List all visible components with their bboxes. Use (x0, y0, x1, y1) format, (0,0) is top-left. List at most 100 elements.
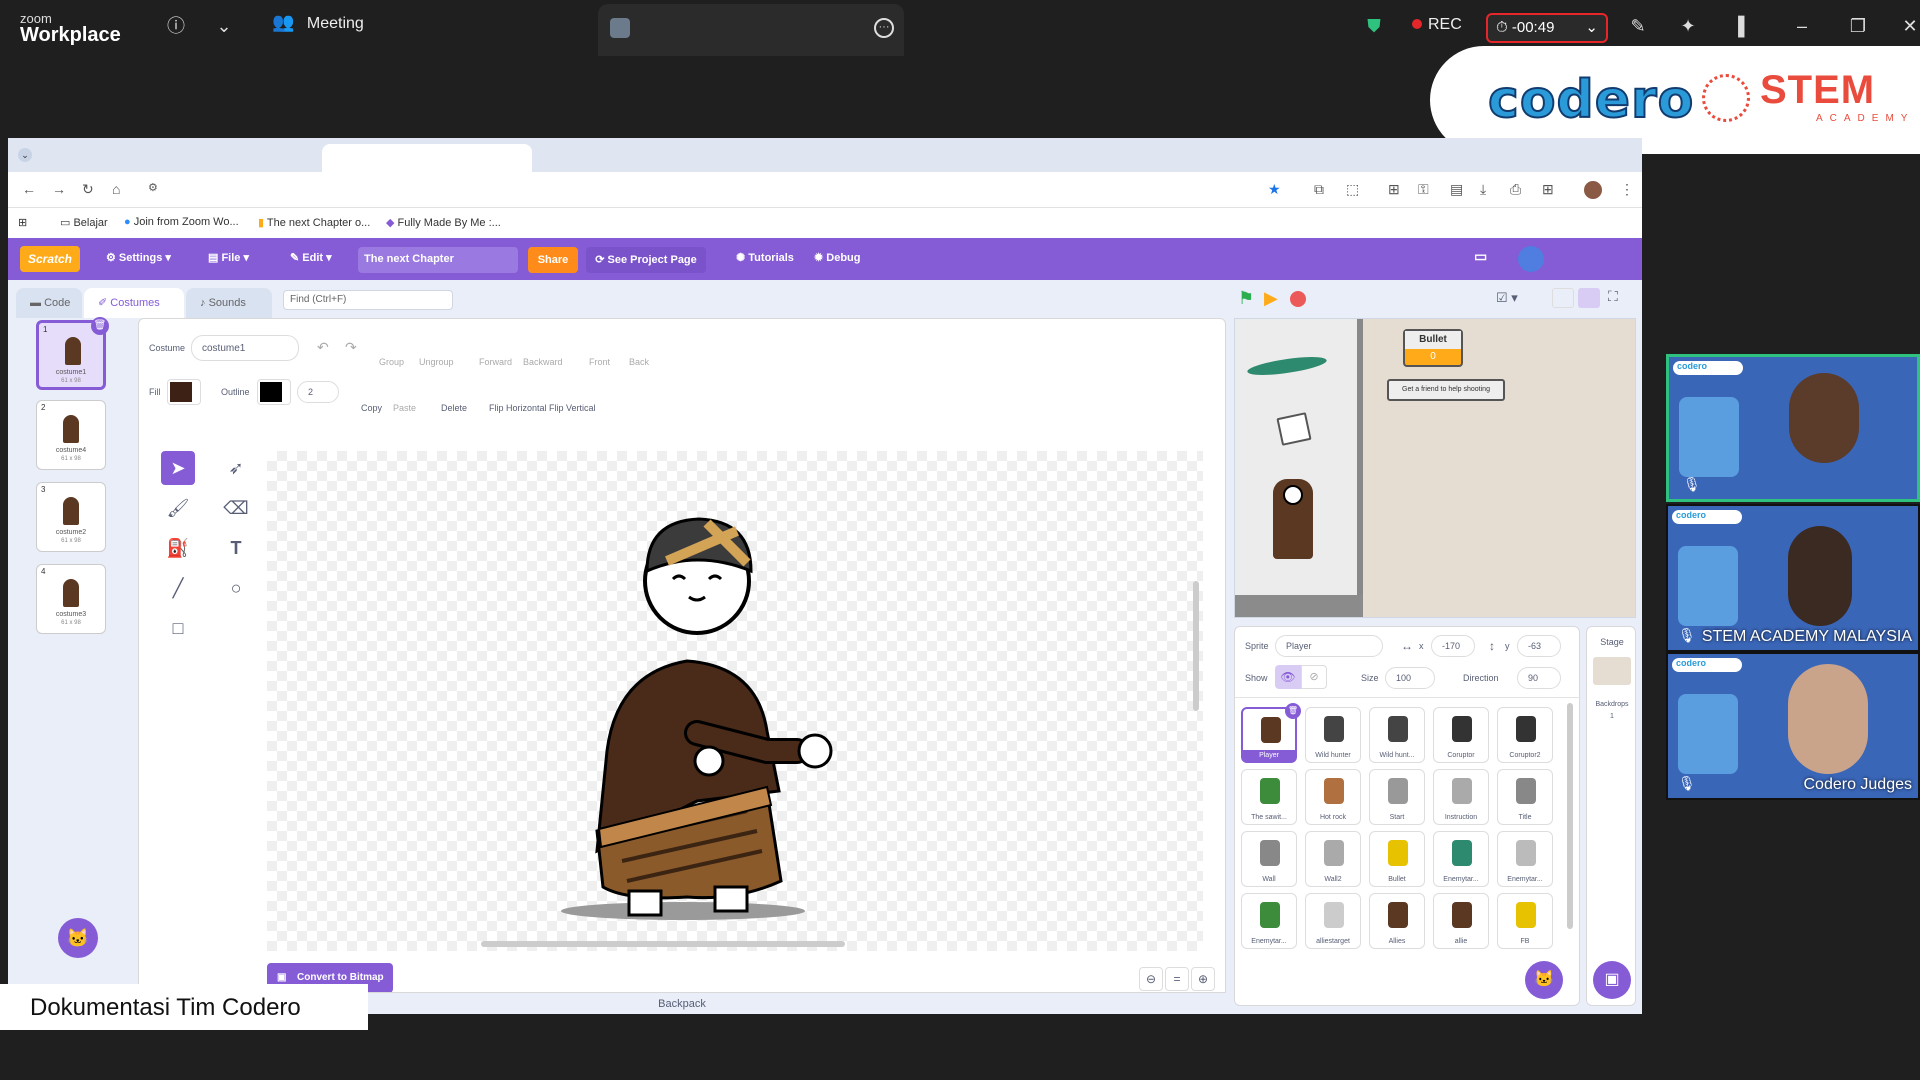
circle-tool[interactable]: ○ (219, 571, 253, 605)
show-hidden-button[interactable]: ⊘ (1301, 665, 1327, 689)
reshape-tool[interactable]: ➶ (219, 451, 253, 485)
restore-icon[interactable]: ❐ (1846, 14, 1870, 38)
choose-backdrop-button[interactable]: ▣ (1593, 961, 1631, 999)
file-menu[interactable]: ▤ File ▾ (208, 251, 249, 264)
apps-icon[interactable]: ⊞ (1542, 181, 1554, 198)
sprite-thumb[interactable]: Player 🗑 (1241, 703, 1301, 763)
stop-icon[interactable] (1290, 291, 1306, 307)
sprite-thumb[interactable]: Bullet (1369, 831, 1425, 887)
sprite-thumb[interactable]: Wall (1241, 831, 1297, 887)
paint-canvas[interactable] (267, 451, 1203, 951)
close-icon[interactable]: ✕ (1898, 14, 1920, 38)
find-input[interactable]: Find (Ctrl+F) (283, 290, 453, 310)
stage-target-panel[interactable]: Stage Backdrops 1 ▣ (1586, 626, 1636, 1006)
sparkle-icon[interactable]: ✦ (1676, 14, 1700, 38)
bookmark-item[interactable]: ◆ Fully Made By Me :... (386, 216, 501, 229)
vertical-scrollbar[interactable] (1193, 581, 1199, 711)
minimize-icon[interactable]: – (1790, 14, 1814, 38)
forward-icon[interactable]: → (52, 181, 66, 197)
sprite-thumb[interactable]: allie (1433, 893, 1489, 949)
turbo-play-icon[interactable]: ▶ (1264, 288, 1278, 309)
line-tool[interactable]: ╱ (161, 571, 195, 605)
bookmark-folder[interactable]: ▭ Belajar (60, 216, 108, 229)
costume-thumb[interactable]: 1 🗑 costume1 61 x 98 (36, 317, 109, 390)
tab-costumes[interactable]: ✐ Costumes (84, 288, 184, 318)
tab-code[interactable]: ▬ Code (16, 288, 82, 318)
share-button[interactable]: Share (528, 247, 578, 273)
sprite-thumb[interactable]: Coruptor (1433, 707, 1489, 763)
brush-tool[interactable]: 🖌 (161, 491, 195, 525)
horizontal-scrollbar[interactable] (481, 941, 845, 947)
extension-icon[interactable]: ⧉ (1314, 181, 1324, 198)
puzzle-icon[interactable]: ⬚ (1346, 181, 1359, 198)
addon-icon[interactable]: ☑ ▾ (1496, 290, 1518, 306)
fill-color-picker[interactable] (167, 379, 201, 405)
chevron-down-icon[interactable]: ⌄ (1585, 15, 1598, 41)
debug-menu[interactable]: ✹ Debug (814, 251, 861, 264)
costume-thumb[interactable]: 4 costume3 61 x 98 (36, 564, 106, 634)
participant-video-tile[interactable]: codero 🎙 Codero Judges (1666, 652, 1920, 800)
tutorials-menu[interactable]: ✺ Tutorials (736, 251, 794, 264)
shield-icon[interactable]: ⛊ (1362, 14, 1386, 38)
kebab-menu-icon[interactable]: ⋮ (1620, 181, 1634, 198)
timer-badge[interactable]: ⏱ -00:49 ⌄ (1486, 13, 1608, 43)
zoom-in-button[interactable]: ⊕ (1191, 967, 1215, 991)
profile-avatar[interactable] (1584, 181, 1602, 199)
delete-button[interactable]: Delete (441, 403, 467, 413)
user-avatar[interactable] (1518, 246, 1544, 272)
backward-button[interactable]: Backward (523, 357, 563, 367)
normal-stage-button[interactable] (1578, 288, 1600, 308)
settings-menu[interactable]: ⚙ Settings ▾ (106, 251, 171, 264)
browser-tab-active[interactable] (322, 144, 532, 172)
shared-screen-tab[interactable]: ··· (598, 4, 904, 56)
group-button[interactable]: Group (379, 357, 404, 367)
scratch-logo[interactable]: Scratch (20, 246, 80, 272)
delete-costume-icon[interactable]: 🗑 (91, 317, 109, 335)
home-icon[interactable]: ⌂ (112, 181, 120, 197)
back-button[interactable]: Back (629, 357, 649, 367)
sprite-thumb[interactable]: Enemytar... (1433, 831, 1489, 887)
meeting-tab[interactable]: 👥 Meeting (272, 12, 592, 44)
sprite-name-input[interactable]: Player (1275, 635, 1383, 657)
sprite-thumb[interactable]: Wall2 (1305, 831, 1361, 887)
copy-button[interactable]: Copy (361, 403, 382, 413)
pencil-icon[interactable]: ✎ (1626, 14, 1650, 38)
delete-sprite-icon[interactable]: 🗑 (1285, 703, 1301, 719)
see-project-page-button[interactable]: ⟳ See Project Page (586, 247, 706, 273)
fullscreen-icon[interactable]: ⛶ (1608, 288, 1618, 305)
zoom-out-button[interactable]: ⊖ (1139, 967, 1163, 991)
sprite-thumb[interactable]: Instruction (1433, 769, 1489, 825)
costume-name-input[interactable]: costume1 (191, 335, 299, 361)
bookmark-item[interactable]: ● Join from Zoom Wo... (124, 216, 239, 228)
front-button[interactable]: Front (589, 357, 610, 367)
text-tool[interactable]: T (219, 531, 253, 565)
choose-costume-button[interactable]: 🐱 (58, 918, 98, 958)
print-icon[interactable]: ⎙ (1510, 181, 1521, 198)
direction-input[interactable]: 90 (1517, 667, 1561, 689)
extension-icon[interactable]: ⊞ (1388, 181, 1400, 198)
flip-horizontal-button[interactable]: Flip Horizontal (489, 403, 547, 413)
sprite-thumb[interactable]: Enemytar... (1241, 893, 1297, 949)
reading-icon[interactable]: ▤ (1450, 181, 1463, 198)
forward-button[interactable]: Forward (479, 357, 512, 367)
paste-button[interactable]: Paste (393, 403, 416, 413)
side-panel-icon[interactable]: ▐ (1726, 14, 1750, 38)
rectangle-tool[interactable]: □ (161, 611, 195, 645)
site-settings-icon[interactable]: ⚙ (148, 181, 158, 194)
sprite-thumb[interactable]: Coruptor2 (1497, 707, 1553, 763)
show-visible-button[interactable]: 👁 (1275, 665, 1301, 689)
redo-icon[interactable]: ↷ (345, 339, 357, 356)
sprite-thumb[interactable]: alliestarget (1305, 893, 1361, 949)
undo-icon[interactable]: ↶ (317, 339, 329, 356)
sprite-list-scrollbar[interactable] (1567, 703, 1573, 929)
sprite-thumb[interactable]: The sawit... (1241, 769, 1297, 825)
ungroup-button[interactable]: Ungroup (419, 357, 454, 367)
bookmark-star-icon[interactable]: ★ (1268, 181, 1281, 198)
more-options-icon[interactable]: ··· (874, 18, 894, 38)
flip-vertical-button[interactable]: Flip Vertical (549, 403, 596, 413)
y-input[interactable]: -63 (1517, 635, 1561, 657)
eraser-tool[interactable]: ⌫ (219, 491, 253, 525)
outline-width-input[interactable]: 2 (297, 381, 339, 403)
fill-tool[interactable]: ⛽ (161, 531, 195, 565)
x-input[interactable]: -170 (1431, 635, 1475, 657)
